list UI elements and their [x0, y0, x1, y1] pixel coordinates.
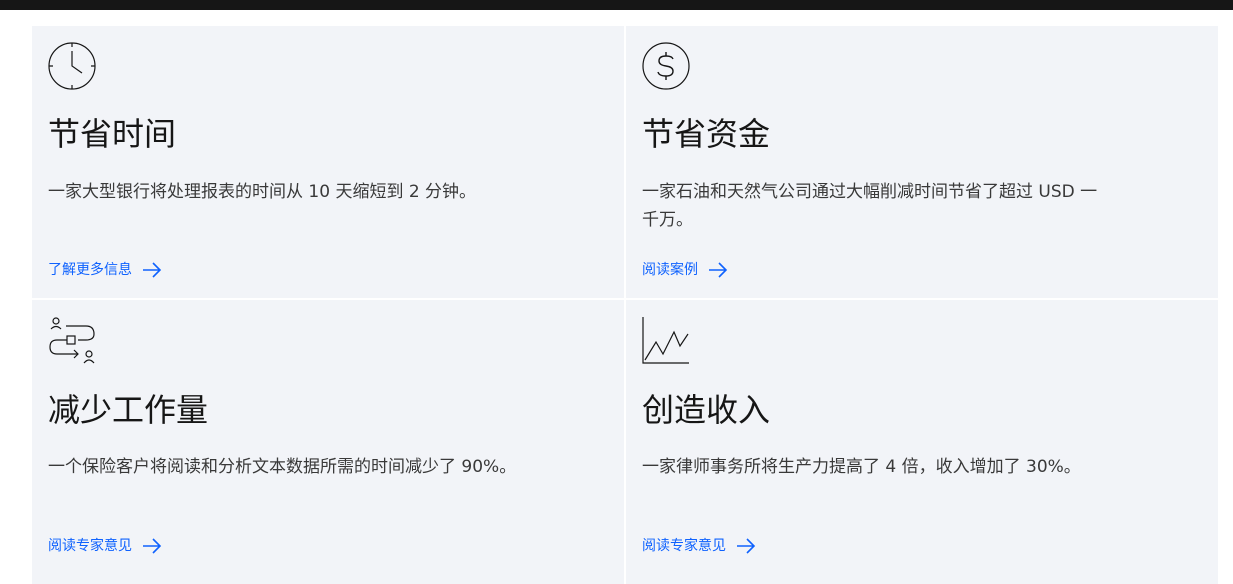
card-save-time: 节省时间 一家大型银行将处理报表的时间从 10 天缩短到 2 分钟。 了解更多信…	[32, 26, 624, 298]
link-label: 阅读案例	[642, 262, 698, 278]
card-title: 节省时间	[48, 115, 177, 153]
line-chart-icon	[642, 316, 690, 364]
arrow-right-icon	[142, 536, 162, 556]
read-case-link[interactable]: 阅读案例	[642, 260, 728, 280]
link-label: 阅读专家意见	[48, 538, 132, 554]
card-description: 一家律师事务所将生产力提高了 4 倍，收入增加了 30%。	[642, 457, 1081, 477]
card-reduce-workload: 减少工作量 一个保险客户将阅读和分析文本数据所需的时间减少了 90%。 阅读专家…	[32, 300, 624, 584]
read-expert-link[interactable]: 阅读专家意见	[642, 536, 756, 556]
clock-icon	[48, 42, 96, 90]
benefits-grid: 节省时间 一家大型银行将处理报表的时间从 10 天缩短到 2 分钟。 了解更多信…	[32, 26, 1218, 584]
read-expert-link[interactable]: 阅读专家意见	[48, 536, 162, 556]
link-label: 阅读专家意见	[642, 538, 726, 554]
top-bar	[0, 0, 1233, 10]
dollar-icon	[642, 42, 690, 90]
arrow-right-icon	[708, 260, 728, 280]
learn-more-link[interactable]: 了解更多信息	[48, 260, 162, 280]
arrow-right-icon	[736, 536, 756, 556]
card-title: 创造收入	[642, 391, 771, 429]
arrow-right-icon	[142, 260, 162, 280]
card-description: 一个保险客户将阅读和分析文本数据所需的时间减少了 90%。	[48, 457, 517, 477]
card-save-money: 节省资金 一家石油和天然气公司通过大幅削减时间节省了超过 USD 一千万。 阅读…	[626, 26, 1218, 298]
link-label: 了解更多信息	[48, 262, 132, 278]
workflow-icon	[48, 316, 96, 364]
card-description: 一家大型银行将处理报表的时间从 10 天缩短到 2 分钟。	[48, 182, 477, 202]
card-title: 减少工作量	[48, 391, 209, 429]
card-title: 节省资金	[642, 115, 771, 153]
card-description: 一家石油和天然气公司通过大幅削减时间节省了超过 USD 一千万。	[642, 182, 1098, 230]
card-create-revenue: 创造收入 一家律师事务所将生产力提高了 4 倍，收入增加了 30%。 阅读专家意…	[626, 300, 1218, 584]
